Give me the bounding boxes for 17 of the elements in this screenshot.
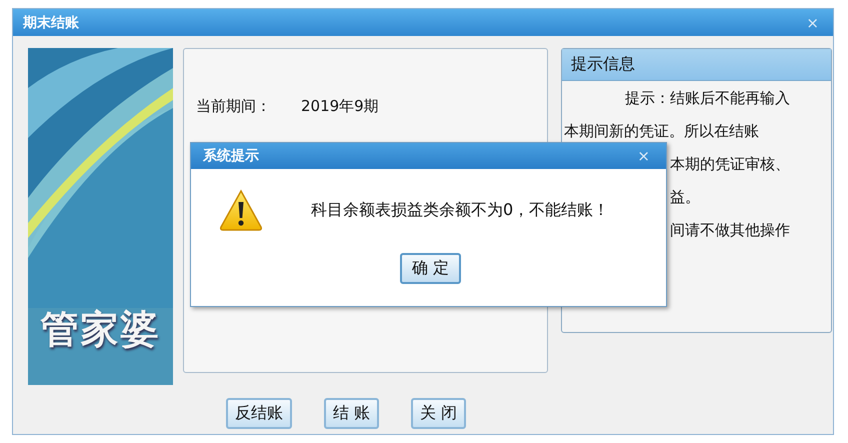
hint-text: 本期的凭证审核、 xyxy=(670,155,790,174)
warning-icon xyxy=(219,189,263,231)
logo-text: 管家婆 xyxy=(40,306,160,353)
hint-text: 益。 xyxy=(670,188,700,207)
exit-button[interactable]: 关 闭 xyxy=(411,398,466,429)
dialog-title: 系统提示 xyxy=(203,147,259,165)
ok-button[interactable]: 确 定 xyxy=(400,253,462,284)
error-message: 科目余额表损益类余额不为0，不能结账！ xyxy=(311,200,610,220)
close-accounts-button[interactable]: 结 账 xyxy=(324,398,380,429)
period-value: 2019年9期 xyxy=(301,97,379,116)
reverse-close-button[interactable]: 反结账 xyxy=(226,398,292,429)
period-label: 当前期间： xyxy=(196,97,271,116)
hint-text: 提示：结账后不能再输入 xyxy=(625,89,790,108)
window-title: 期末结账 xyxy=(23,14,79,32)
hint-text: 间请不做其他操作 xyxy=(670,221,790,240)
hint-panel-title: 提示信息 xyxy=(562,49,831,81)
hint-text: 本期间新的凭证。所以在结账 xyxy=(564,122,759,141)
